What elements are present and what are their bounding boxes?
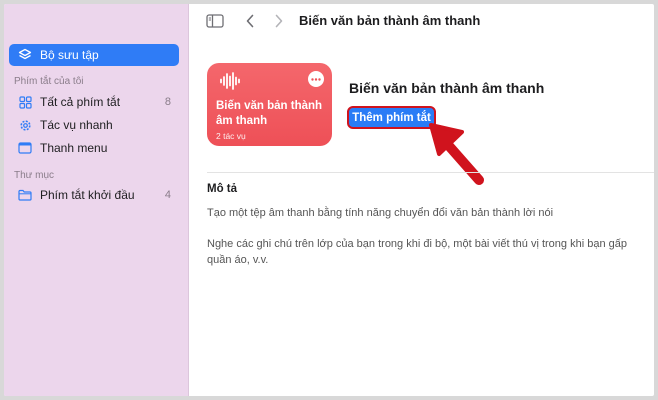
gear-icon: [18, 118, 32, 132]
sidebar-item-label: Tác vụ nhanh: [40, 118, 113, 132]
sidebar-item-quick-actions[interactable]: Tác vụ nhanh: [9, 114, 179, 136]
sidebar-item-starter-shortcuts[interactable]: Phím tắt khởi đầu 4: [9, 184, 179, 206]
item-count: 8: [164, 96, 171, 108]
sidebar: Bộ sưu tập Phím tắt của tôi Tất cả phím …: [4, 4, 189, 396]
divider: [207, 172, 654, 173]
menubar-icon: [18, 141, 32, 155]
grid-icon: [18, 95, 32, 109]
shortcut-card[interactable]: Biến văn bản thành âm thanh 2 tác vụ: [207, 63, 332, 146]
item-count: 4: [164, 189, 171, 201]
window-title: Biến văn bản thành âm thanh: [299, 13, 481, 28]
description-line: Tạo một tệp âm thanh bằng tính năng chuy…: [207, 207, 554, 219]
description-line: quần áo, v.v.: [207, 254, 269, 266]
forward-chevron-icon[interactable]: [272, 13, 286, 29]
section-title-folders: Thư mục: [14, 170, 55, 181]
add-shortcut-button[interactable]: Thêm phím tắt: [347, 106, 436, 129]
sidebar-item-label: Tất cả phím tắt: [40, 95, 121, 109]
description-heading: Mô tả: [207, 183, 238, 195]
sidebar-item-label: Phím tắt khởi đầu: [40, 188, 135, 202]
back-chevron-icon[interactable]: [243, 13, 257, 29]
folder-icon: [18, 188, 32, 202]
sidebar-item-menu-bar[interactable]: Thanh menu: [9, 137, 179, 159]
toolbar: Biến văn bản thành âm thanh: [189, 4, 654, 40]
sidebar-item-label: Thanh menu: [40, 141, 108, 155]
sidebar-toggle-icon[interactable]: [205, 13, 225, 29]
annotation-arrow-icon: [429, 123, 484, 185]
shortcuts-window: Bộ sưu tập Phím tắt của tôi Tất cả phím …: [4, 4, 654, 396]
more-options-icon[interactable]: [308, 71, 324, 87]
sidebar-item-all-shortcuts[interactable]: Tất cả phím tắt 8: [9, 91, 179, 113]
card-title: Biến văn bản thành âm thanh: [216, 100, 323, 127]
shortcut-title: Biến văn bản thành âm thanh: [349, 80, 545, 96]
card-action-count: 2 tác vụ: [216, 131, 246, 141]
sidebar-item-label: Bộ sưu tập: [40, 48, 99, 62]
sidebar-item-collection[interactable]: Bộ sưu tập: [9, 44, 179, 66]
waveform-icon: [219, 72, 241, 95]
description-line: Nghe các ghi chú trên lớp của bạn trong …: [207, 238, 627, 250]
layers-icon: [18, 48, 32, 62]
section-title-my-shortcuts: Phím tắt của tôi: [14, 76, 84, 87]
